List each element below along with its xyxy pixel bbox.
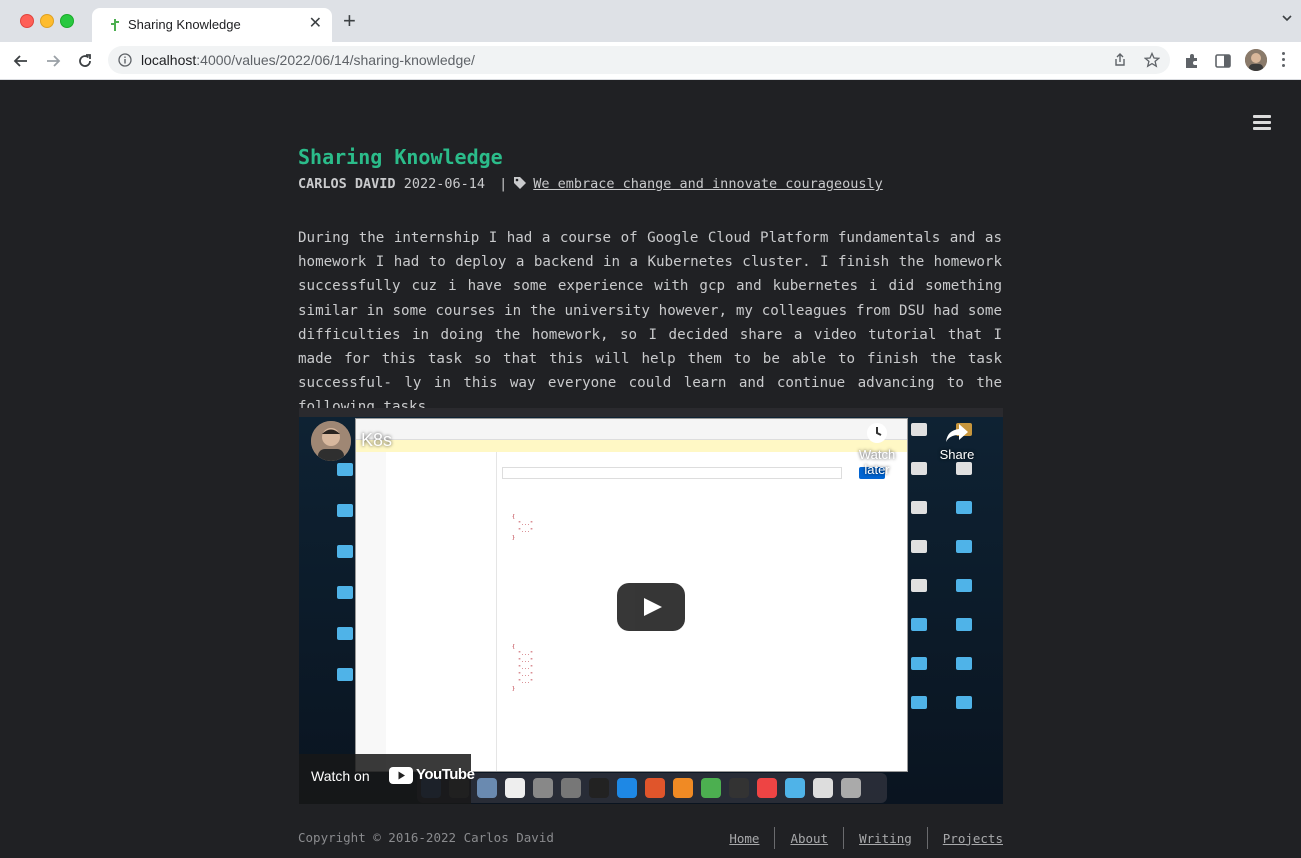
share-arrow-icon [946, 424, 968, 442]
favicon-icon [111, 19, 119, 31]
new-tab-button[interactable]: + [343, 10, 356, 32]
post-tag-link[interactable]: We embrace change and innovate courageou… [533, 176, 883, 192]
footer-link-home[interactable]: Home [714, 831, 774, 846]
url-path: :4000/values/2022/06/14/sharing-knowledg… [196, 52, 475, 68]
share-icon[interactable] [1112, 52, 1128, 68]
post-body: During the internship I had a course of … [298, 230, 1002, 415]
post-title: Sharing Knowledge [298, 145, 503, 169]
star-icon[interactable] [1144, 52, 1160, 68]
post-meta: CARLOS DAVID 2022-06-14 | We embrace cha… [298, 176, 883, 192]
tag-icon [514, 177, 527, 189]
youtube-wordmark: YouTube [416, 766, 475, 783]
close-tab-icon[interactable]: ✕ [309, 15, 322, 33]
post-author: CARLOS DAVID [298, 176, 396, 192]
footer-link-about[interactable]: About [775, 831, 843, 846]
profile-avatar[interactable] [1245, 49, 1267, 71]
meta-separator: | [499, 176, 508, 192]
watch-on-youtube-button[interactable]: Watch on YouTube [299, 754, 475, 804]
video-thumbnail-dock [417, 773, 887, 803]
chevron-down-icon[interactable] [1281, 12, 1293, 24]
url-host: localhost [141, 52, 197, 68]
avatar-icon [1245, 49, 1267, 71]
reload-icon[interactable] [75, 51, 95, 71]
watch-later-button[interactable]: Watch later [847, 422, 907, 477]
browser-tab[interactable]: Sharing Knowledge ✕ [92, 8, 332, 42]
browser-tab-bar: Sharing Knowledge ✕ + [0, 0, 1301, 42]
play-button[interactable] [617, 583, 685, 631]
footer-link-projects[interactable]: Projects [928, 831, 1003, 846]
sidepanel-icon[interactable] [1214, 52, 1232, 70]
footer-copyright: Copyright © 2016-2022 Carlos David [298, 830, 554, 845]
url-text[interactable]: localhost:4000/values/2022/06/14/sharing… [141, 52, 475, 68]
maximize-window-button[interactable] [60, 14, 74, 28]
address-bar[interactable]: localhost:4000/values/2022/06/14/sharing… [108, 46, 1170, 74]
footer-link-writing[interactable]: Writing [844, 831, 927, 846]
post-date: 2022-06-14 [403, 176, 485, 192]
back-icon[interactable] [11, 51, 31, 71]
hamburger-icon[interactable] [1253, 115, 1271, 133]
extensions-icon[interactable] [1183, 52, 1201, 70]
share-video-button[interactable]: Share [927, 422, 987, 462]
avatar-icon [311, 421, 351, 461]
info-icon[interactable] [118, 53, 132, 67]
browser-toolbar: localhost:4000/values/2022/06/14/sharing… [0, 42, 1301, 80]
menu-kebab-icon[interactable] [1282, 52, 1286, 70]
watch-later-label: Watch later [858, 447, 896, 477]
close-window-button[interactable] [20, 14, 34, 28]
clock-icon [867, 423, 887, 443]
video-thumbnail-menubar [299, 408, 1003, 417]
video-title[interactable]: K8s [361, 430, 392, 451]
page-content: Sharing Knowledge CARLOS DAVID 2022-06-1… [0, 80, 1301, 858]
footer-nav: Home About Writing Projects [714, 824, 1003, 852]
video-embed[interactable]: { "..." "..."} { "..." "..." "..." "..."… [299, 408, 1003, 804]
youtube-logo-icon [389, 767, 413, 784]
play-icon [644, 598, 662, 616]
watch-on-label: Watch on [311, 768, 370, 784]
tab-title: Sharing Knowledge [128, 17, 241, 32]
minimize-window-button[interactable] [40, 14, 54, 28]
share-label: Share [939, 447, 975, 462]
forward-icon[interactable] [43, 51, 63, 71]
channel-avatar[interactable] [311, 421, 351, 461]
